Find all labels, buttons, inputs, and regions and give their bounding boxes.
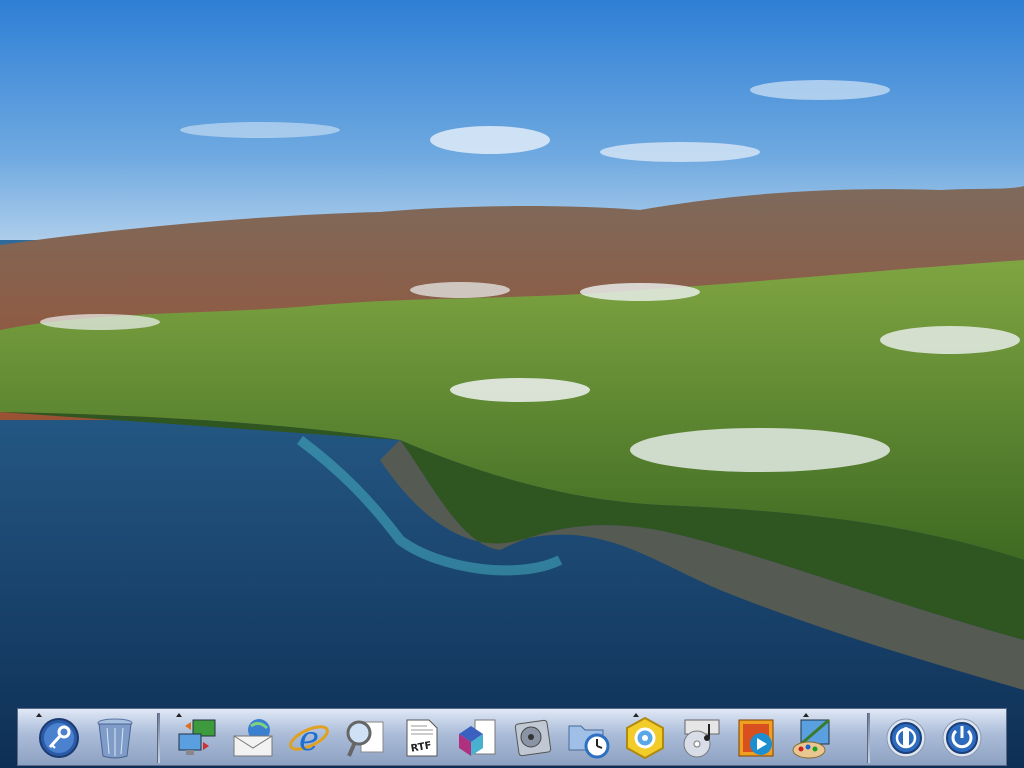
shutdown-icon[interactable] [937,712,987,764]
svg-text:e: e [299,719,319,759]
folder-clock-icon[interactable] [564,712,614,764]
settings-hexagon-icon[interactable] [620,712,670,764]
mail-icon[interactable] [228,712,278,764]
internet-explorer-icon[interactable]: e [284,712,334,764]
disk-drive-icon[interactable] [508,712,558,764]
search-magnifier-icon[interactable] [340,712,390,764]
media-player-icon[interactable] [732,712,782,764]
keychain-icon[interactable] [34,712,84,764]
desktop-wallpaper [0,0,1024,768]
music-cd-icon[interactable] [676,712,726,764]
rtf-document-icon[interactable]: RTF [396,712,446,764]
3d-cube-document-icon[interactable] [452,712,502,764]
paint-palette-icon[interactable] [788,712,838,764]
power-icon[interactable] [881,712,931,764]
trash-icon[interactable] [90,712,140,764]
dock: e RTF [17,708,1007,766]
network-transfer-icon[interactable] [172,712,222,764]
